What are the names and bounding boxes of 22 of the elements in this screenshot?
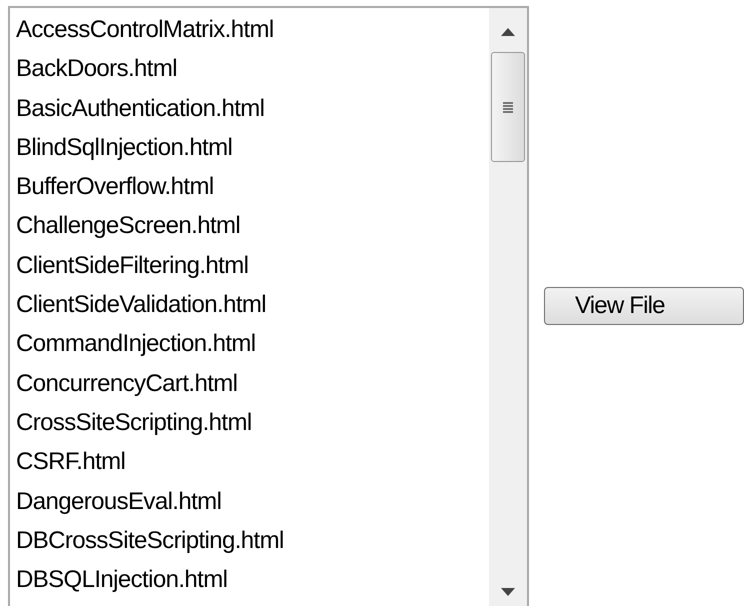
file-list-item[interactable]: AccessControlMatrix.html: [16, 10, 489, 50]
file-list-item[interactable]: ChallengeScreen.html: [16, 206, 489, 246]
grip-icon: [503, 102, 513, 112]
file-list-item[interactable]: BackDoors.html: [16, 49, 489, 89]
scrollbar[interactable]: [489, 8, 527, 606]
scroll-down-icon[interactable]: [501, 588, 515, 596]
file-listbox[interactable]: [8, 6, 529, 606]
file-list-item[interactable]: DangerousEval.html: [16, 482, 489, 521]
file-list-item[interactable]: ClientSideValidation.html: [16, 285, 489, 324]
scroll-thumb[interactable]: [491, 52, 525, 162]
file-list-item[interactable]: DBSQLInjection.html: [16, 560, 489, 600]
file-list-item[interactable]: CrossSiteScripting.html: [16, 402, 489, 442]
file-list-item[interactable]: BlindSqlInjection.html: [16, 128, 489, 168]
view-file-button[interactable]: View File: [544, 286, 744, 324]
file-list-item[interactable]: BufferOverflow.html: [16, 167, 489, 206]
file-list-item[interactable]: CommandInjection.html: [16, 324, 489, 364]
file-list-item[interactable]: BasicAuthentication.html: [16, 88, 489, 128]
file-list-item[interactable]: ClientSideFiltering.html: [16, 246, 489, 286]
file-list-item[interactable]: CSRF.html: [16, 442, 489, 482]
file-list-item[interactable]: DBCrossSiteScripting.html: [16, 520, 489, 560]
scroll-up-icon[interactable]: [501, 28, 515, 36]
file-list-item[interactable]: ConcurrencyCart.html: [16, 364, 489, 403]
